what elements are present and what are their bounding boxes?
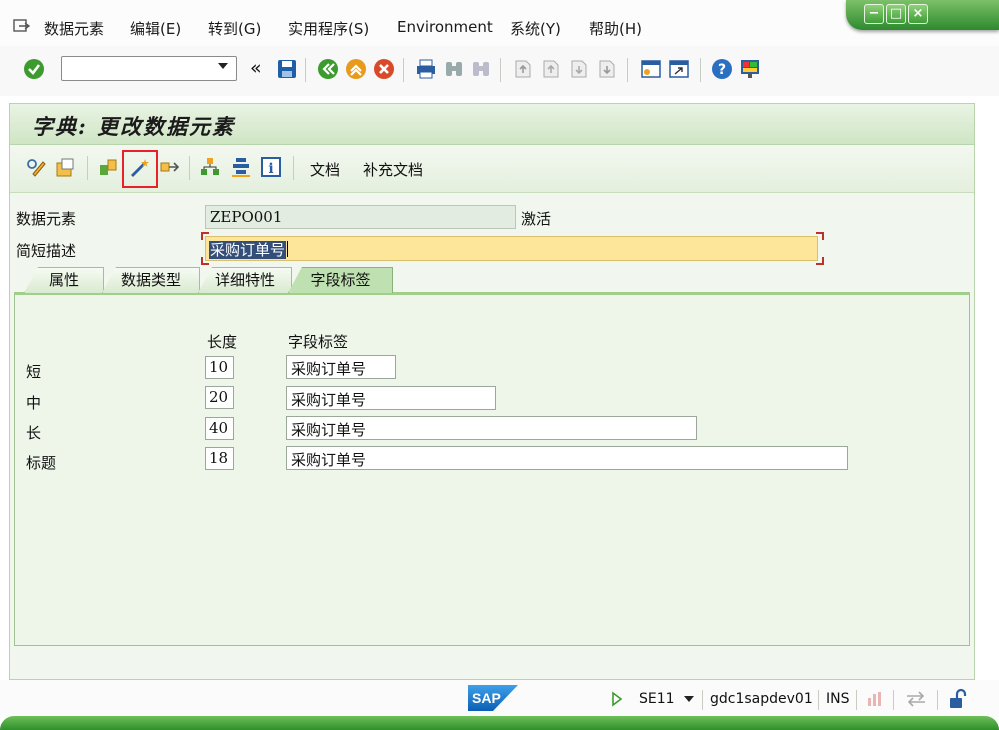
short-label-field[interactable]: 采购订单号 bbox=[286, 355, 396, 379]
other-object-icon[interactable] bbox=[54, 156, 76, 178]
long-label-field[interactable]: 采购订单号 bbox=[286, 416, 697, 440]
command-dropdown-icon[interactable] bbox=[218, 63, 228, 69]
status-separator bbox=[937, 690, 938, 710]
data-element-label: 数据元素 bbox=[16, 210, 77, 228]
status-separator bbox=[893, 690, 894, 710]
label-column-header: 字段标签 bbox=[288, 333, 349, 351]
short-description-field[interactable]: 采购订单号 bbox=[205, 236, 818, 261]
heading-label-field[interactable]: 采购订单号 bbox=[286, 446, 848, 470]
status-separator bbox=[702, 690, 703, 710]
short-label-name: 短 bbox=[26, 363, 42, 381]
medium-length-field[interactable]: 20 bbox=[205, 386, 234, 409]
close-button[interactable]: × bbox=[908, 4, 928, 24]
activate-highlight-box bbox=[122, 150, 158, 188]
short-description-selection: 采购订单号 bbox=[209, 241, 287, 259]
length-column-header: 长度 bbox=[207, 333, 238, 351]
required-bracket bbox=[201, 257, 209, 265]
command-field[interactable] bbox=[61, 56, 237, 81]
menu-logo-icon[interactable] bbox=[13, 19, 30, 33]
status-separator bbox=[856, 690, 857, 710]
enter-icon[interactable] bbox=[23, 58, 45, 80]
display-change-icon[interactable] bbox=[25, 156, 47, 178]
info-icon[interactable]: i bbox=[260, 156, 282, 178]
menu-edit[interactable]: 编辑(E) bbox=[130, 18, 181, 39]
insert-mode[interactable]: INS bbox=[826, 691, 850, 707]
medium-label-name: 中 bbox=[26, 394, 42, 412]
long-length-field[interactable]: 40 bbox=[205, 417, 234, 440]
check-icon[interactable] bbox=[97, 156, 119, 178]
chevron-down-icon[interactable] bbox=[684, 696, 694, 702]
menu-system[interactable]: 系统(Y) bbox=[510, 18, 561, 39]
required-bracket bbox=[816, 257, 824, 265]
server-name: gdc1sapdev01 bbox=[710, 691, 813, 707]
tab-field-label[interactable]: 字段标签 bbox=[288, 267, 393, 293]
menu-help[interactable]: 帮助(H) bbox=[589, 18, 642, 39]
last-page-icon[interactable] bbox=[596, 58, 618, 80]
sap-logo-text: SAP bbox=[472, 690, 501, 706]
documentation-button[interactable]: 文档 bbox=[310, 159, 340, 180]
play-icon[interactable] bbox=[611, 691, 623, 707]
required-bracket bbox=[816, 232, 824, 240]
prev-page-icon[interactable] bbox=[540, 58, 562, 80]
performance-icon bbox=[868, 692, 881, 706]
customize-layout-icon[interactable] bbox=[739, 58, 761, 80]
find-next-icon[interactable] bbox=[470, 58, 492, 80]
long-label-name: 长 bbox=[26, 424, 42, 442]
where-used-icon[interactable] bbox=[158, 156, 180, 178]
next-page-icon[interactable] bbox=[568, 58, 590, 80]
tab-attributes[interactable]: 属性 bbox=[24, 267, 104, 293]
toolbar-separator bbox=[500, 58, 501, 82]
supplementary-documentation-button[interactable]: 补充文档 bbox=[363, 159, 423, 180]
toolbar-separator bbox=[305, 58, 306, 82]
tab-data-type[interactable]: 数据类型 bbox=[102, 267, 200, 293]
menu-goto[interactable]: 转到(G) bbox=[208, 18, 261, 39]
toolbar-separator bbox=[403, 58, 404, 82]
back-icon[interactable] bbox=[317, 58, 339, 80]
toolbar-separator bbox=[87, 156, 88, 180]
first-page-icon[interactable] bbox=[512, 58, 534, 80]
collapse-toolbar-button[interactable]: « bbox=[250, 57, 262, 79]
text-cursor bbox=[287, 241, 289, 257]
cancel-icon[interactable] bbox=[373, 58, 395, 80]
page-title: 字典: 更改数据元素 bbox=[32, 114, 236, 139]
find-icon[interactable] bbox=[443, 58, 465, 80]
help-icon[interactable]: ? bbox=[711, 58, 733, 80]
maximize-button[interactable]: □ bbox=[886, 4, 906, 24]
transaction-code[interactable]: SE11 bbox=[639, 691, 675, 707]
data-element-field[interactable]: ZEPO001 bbox=[205, 205, 516, 229]
menu-environment[interactable]: Environment bbox=[397, 18, 493, 36]
transfer-icon bbox=[907, 691, 925, 707]
heading-label-name: 标题 bbox=[26, 454, 57, 472]
short-length-field[interactable]: 10 bbox=[205, 356, 234, 379]
save-icon[interactable] bbox=[276, 58, 298, 80]
toolbar-separator bbox=[293, 156, 294, 180]
lock-icon[interactable] bbox=[948, 688, 968, 710]
toolbar-separator bbox=[627, 58, 628, 82]
tab-further-characteristics[interactable]: 详细特性 bbox=[198, 267, 292, 293]
exit-icon[interactable] bbox=[345, 58, 367, 80]
short-description-label: 简短描述 bbox=[16, 242, 77, 260]
create-session-icon[interactable] bbox=[640, 58, 662, 80]
heading-length-field[interactable]: 18 bbox=[205, 447, 234, 470]
toolbar-separator bbox=[700, 58, 701, 82]
toolbar-separator bbox=[189, 156, 190, 180]
hierarchy-icon[interactable] bbox=[230, 156, 252, 178]
status-text: 激活 bbox=[521, 210, 552, 228]
object-list-icon[interactable] bbox=[199, 156, 221, 178]
print-icon[interactable] bbox=[415, 58, 437, 80]
svg-text:?: ? bbox=[718, 62, 726, 78]
window-bottom-border bbox=[0, 716, 999, 730]
svg-text:i: i bbox=[268, 161, 273, 177]
shortcut-icon[interactable] bbox=[668, 58, 690, 80]
menu-data-element[interactable]: 数据元素 bbox=[44, 18, 104, 39]
menu-utilities[interactable]: 实用程序(S) bbox=[288, 18, 369, 39]
minimize-button[interactable]: − bbox=[864, 4, 884, 24]
status-separator bbox=[818, 690, 819, 710]
required-bracket bbox=[201, 232, 209, 240]
sap-logo: SAP bbox=[468, 685, 518, 711]
medium-label-field[interactable]: 采购订单号 bbox=[286, 386, 496, 410]
